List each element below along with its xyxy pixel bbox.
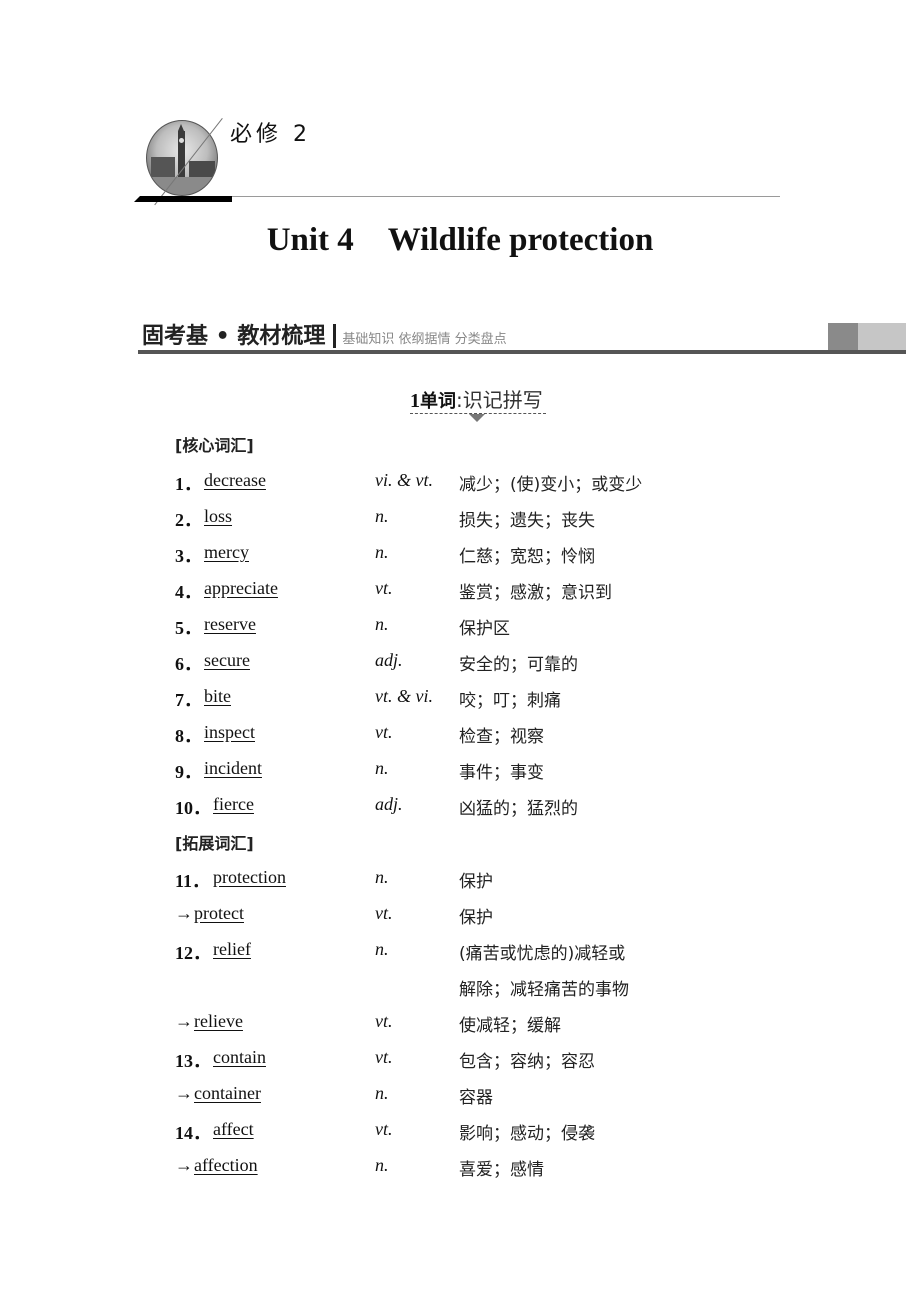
part-of-speech: n. — [375, 758, 389, 778]
vocab-meaning: 影响；感动；侵袭 — [459, 1124, 595, 1144]
vocab-word: loss — [204, 506, 233, 526]
page-title: Unit 4 Wildlife protection — [0, 222, 920, 259]
part-of-speech: n. — [375, 1083, 389, 1103]
vocab-word: protection — [213, 867, 286, 887]
vocab-index: 12． — [175, 943, 211, 963]
vocab-meaning: 凶猛的；猛烈的 — [459, 799, 578, 819]
vocab-meaning: 使减轻；缓解 — [459, 1016, 561, 1036]
vocab-derived-word: container — [194, 1083, 261, 1103]
unit-number: Unit 4 — [266, 222, 354, 258]
part-of-speech: n. — [375, 1155, 389, 1175]
part-of-speech: vi. & vt. — [375, 470, 433, 490]
clock-face-icon — [179, 138, 184, 143]
part-of-speech: n. — [375, 542, 389, 562]
decorative-block — [858, 323, 906, 350]
extended-vocab-label: [拓展词汇] — [175, 834, 254, 853]
vocab-meaning: 容器 — [459, 1088, 493, 1108]
vocab-index: 5． — [175, 618, 202, 638]
part-of-speech: vt. — [375, 1047, 393, 1067]
vocab-index: 6． — [175, 654, 202, 674]
vocab-meaning: 喜爱；感情 — [459, 1160, 544, 1180]
vocab-index: 7． — [175, 690, 202, 710]
part-of-speech: n. — [375, 867, 389, 887]
vocab-word: fierce — [213, 794, 254, 814]
core-vocab-label: [核心词汇] — [175, 436, 254, 455]
arrow-right-icon: → — [175, 1011, 193, 1031]
vocab-word: decrease — [204, 470, 266, 490]
part-of-speech: vt. — [375, 903, 393, 923]
triangle-down-icon — [469, 414, 485, 422]
subsection-rest: 识记拼写 — [462, 388, 543, 412]
vocab-meaning: 减少；(使)变小；或变少 — [459, 475, 643, 495]
vocab-meaning: 仁慈；宽恕；怜悯 — [459, 547, 595, 567]
vocab-derived-word: relieve — [194, 1011, 243, 1031]
part-of-speech: vt. — [375, 1011, 393, 1031]
vocab-word: inspect — [204, 722, 255, 742]
subsection-number: 1 — [410, 390, 420, 412]
part-of-speech: n. — [375, 614, 389, 634]
vocab-derived-word: affection — [194, 1155, 258, 1175]
arrow-right-icon: → — [175, 903, 193, 923]
vocab-meaning: 检查；视察 — [459, 727, 544, 747]
part-of-speech: vt. — [375, 578, 393, 598]
vocab-index: 8． — [175, 726, 202, 746]
vocab-meaning-continued: 解除；减轻痛苦的事物 — [459, 980, 629, 1000]
vocab-meaning: 损失；遗失；丧失 — [459, 511, 595, 531]
part-of-speech: adj. — [375, 650, 403, 670]
vocab-word: appreciate — [204, 578, 278, 598]
part-of-speech: vt. & vi. — [375, 686, 433, 706]
section-subtitle: 基础知识 依纲据情 分类盘点 — [342, 332, 507, 347]
vocab-index: 11． — [175, 871, 211, 891]
arrow-right-icon: → — [175, 1155, 193, 1175]
vocab-meaning: 保护 — [459, 908, 493, 928]
section-separator — [333, 324, 337, 348]
vocab-meaning: 保护区 — [459, 619, 510, 639]
vocab-meaning: 鉴赏；感激；意识到 — [459, 583, 612, 603]
vocab-word: relief — [213, 939, 251, 959]
subsection-separator: : — [456, 388, 463, 412]
vocab-word: reserve — [204, 614, 256, 634]
subsection-heading: 1单词:识记拼写 — [410, 384, 543, 413]
unit-title: Wildlife protection — [387, 222, 654, 258]
vocab-word: contain — [213, 1047, 266, 1067]
part-of-speech: vt. — [375, 1119, 393, 1139]
part-of-speech: vt. — [375, 722, 393, 742]
vocab-index: 1． — [175, 474, 202, 494]
vocab-index: 2． — [175, 510, 202, 530]
river-shape — [147, 177, 217, 195]
big-ben-emblem-image — [146, 120, 218, 196]
section-title: 固考基 • 教材梳理 — [142, 324, 326, 349]
book-label: 必修 2 — [230, 122, 311, 147]
vocab-word: incident — [204, 758, 262, 778]
section-rule — [138, 350, 906, 354]
building-shape — [151, 157, 175, 179]
vocab-index: 4． — [175, 582, 202, 602]
vocab-index: 14． — [175, 1123, 211, 1143]
vocab-index: 10． — [175, 798, 211, 818]
part-of-speech: n. — [375, 506, 389, 526]
vocab-meaning: 事件；事变 — [459, 763, 544, 783]
vocab-index: 3． — [175, 546, 202, 566]
vocab-word: secure — [204, 650, 250, 670]
vocab-word: bite — [204, 686, 231, 706]
header-divider — [232, 196, 780, 197]
part-of-speech: n. — [375, 939, 389, 959]
vocab-word: mercy — [204, 542, 249, 562]
vocab-meaning: 咬；叮；刺痛 — [459, 691, 561, 711]
section-header: 固考基 • 教材梳理 基础知识 依纲据情 分类盘点 — [142, 318, 507, 350]
arrow-right-icon: → — [175, 1083, 193, 1103]
decorative-block — [828, 323, 858, 350]
part-of-speech: adj. — [375, 794, 403, 814]
vocab-derived-word: protect — [194, 903, 244, 923]
decorative-black-bar — [134, 196, 232, 202]
vocab-meaning: 安全的；可靠的 — [459, 655, 578, 675]
vocab-index: 9． — [175, 762, 202, 782]
vocab-meaning: (痛苦或忧虑的)减轻或 — [459, 944, 626, 964]
vocab-word: affect — [213, 1119, 254, 1139]
subsection-keyword: 单词 — [420, 391, 456, 412]
vocab-meaning: 保护 — [459, 872, 493, 892]
vocab-meaning: 包含；容纳；容忍 — [459, 1052, 595, 1072]
vocab-index: 13． — [175, 1051, 211, 1071]
